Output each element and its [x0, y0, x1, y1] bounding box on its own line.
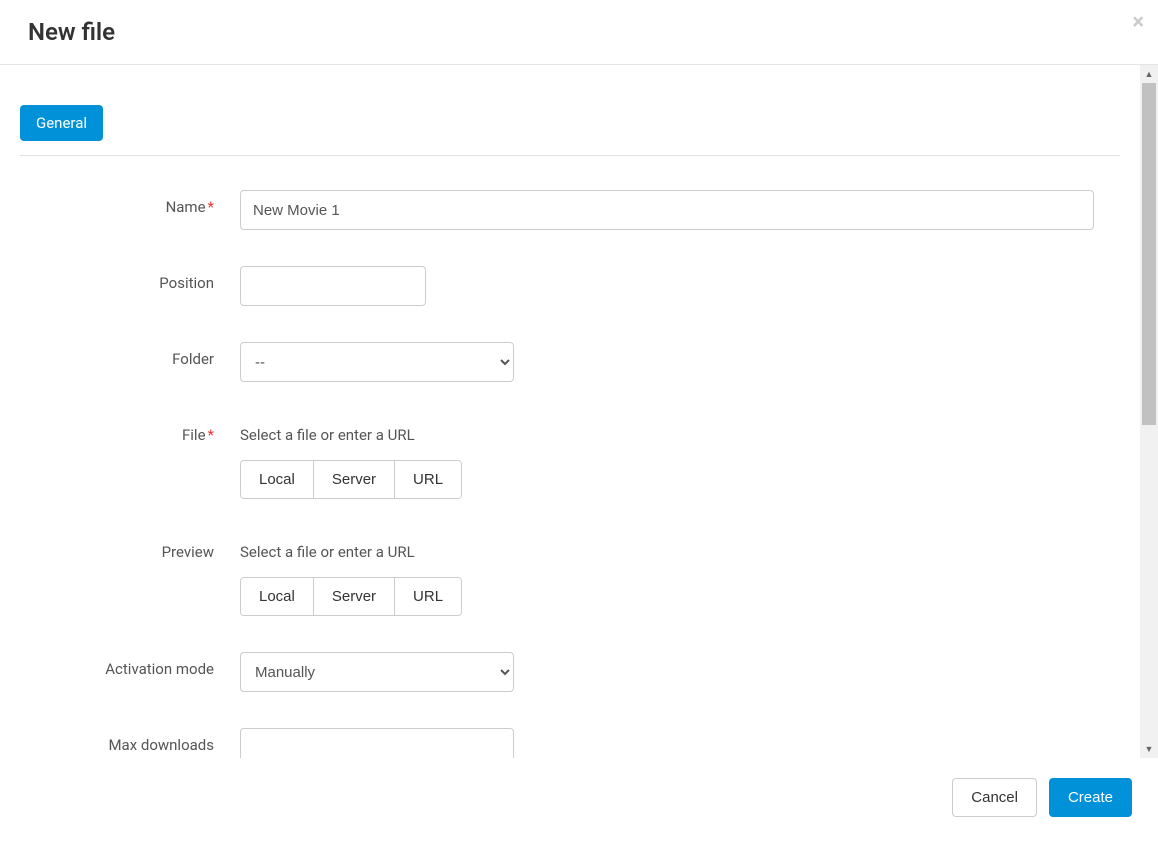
file-server-button[interactable]: Server	[314, 461, 395, 498]
close-icon[interactable]: ×	[1132, 12, 1144, 34]
label-folder: Folder	[20, 342, 240, 368]
row-file: File* Select a file or enter a URL Local…	[20, 418, 1120, 499]
control-preview: Select a file or enter a URL Local Serve…	[240, 535, 1120, 616]
label-activation-mode: Activation mode	[20, 652, 240, 678]
file-source-button-group: Local Server URL	[240, 460, 462, 499]
row-activation-mode: Activation mode Manually	[20, 652, 1120, 692]
modal-body: General Name* Position	[0, 65, 1140, 758]
file-local-button[interactable]: Local	[241, 461, 314, 498]
row-position: Position	[20, 266, 1120, 306]
control-activation-mode: Manually	[240, 652, 1120, 692]
preview-source-button-group: Local Server URL	[240, 577, 462, 616]
scroll-thumb[interactable]	[1142, 83, 1156, 425]
tabs: General	[20, 65, 1120, 156]
file-url-button[interactable]: URL	[395, 461, 461, 498]
modal-header: New file ×	[0, 0, 1158, 65]
row-name: Name*	[20, 190, 1120, 230]
control-name	[240, 190, 1120, 230]
required-asterisk: *	[208, 426, 214, 444]
position-input[interactable]	[240, 266, 426, 306]
scrollbar[interactable]: ▲ ▼	[1140, 65, 1158, 758]
label-name: Name*	[20, 190, 240, 216]
new-file-modal: New file × General Name* Position	[0, 0, 1158, 843]
control-max-downloads	[240, 728, 1120, 758]
row-preview: Preview Select a file or enter a URL Loc…	[20, 535, 1120, 616]
label-file-text: File	[182, 426, 206, 444]
scroll-up-icon[interactable]: ▲	[1140, 65, 1158, 83]
preview-url-button[interactable]: URL	[395, 578, 461, 615]
control-file: Select a file or enter a URL Local Serve…	[240, 418, 1120, 499]
scroll-down-icon[interactable]: ▼	[1140, 740, 1158, 758]
file-helper-text: Select a file or enter a URL	[240, 426, 1120, 444]
cancel-button[interactable]: Cancel	[952, 778, 1037, 817]
required-asterisk: *	[208, 198, 214, 216]
label-name-text: Name	[166, 198, 206, 216]
tab-general[interactable]: General	[20, 105, 103, 141]
scroll-thumb-area[interactable]	[1140, 83, 1158, 740]
max-downloads-input[interactable]	[240, 728, 514, 758]
modal-title: New file	[28, 18, 1130, 46]
modal-body-wrapper: General Name* Position	[0, 65, 1158, 758]
control-folder: --	[240, 342, 1120, 382]
label-file: File*	[20, 418, 240, 444]
preview-server-button[interactable]: Server	[314, 578, 395, 615]
preview-helper-text: Select a file or enter a URL	[240, 543, 1120, 561]
create-button[interactable]: Create	[1049, 778, 1132, 817]
control-position	[240, 266, 1120, 306]
preview-local-button[interactable]: Local	[241, 578, 314, 615]
folder-select[interactable]: --	[240, 342, 514, 382]
name-input[interactable]	[240, 190, 1094, 230]
row-folder: Folder --	[20, 342, 1120, 382]
activation-mode-select[interactable]: Manually	[240, 652, 514, 692]
label-preview: Preview	[20, 535, 240, 561]
form: Name* Position Folder -	[20, 156, 1120, 758]
modal-footer: Cancel Create	[0, 758, 1158, 843]
label-max-downloads: Max downloads	[20, 728, 240, 754]
row-max-downloads: Max downloads	[20, 728, 1120, 758]
label-position: Position	[20, 266, 240, 292]
